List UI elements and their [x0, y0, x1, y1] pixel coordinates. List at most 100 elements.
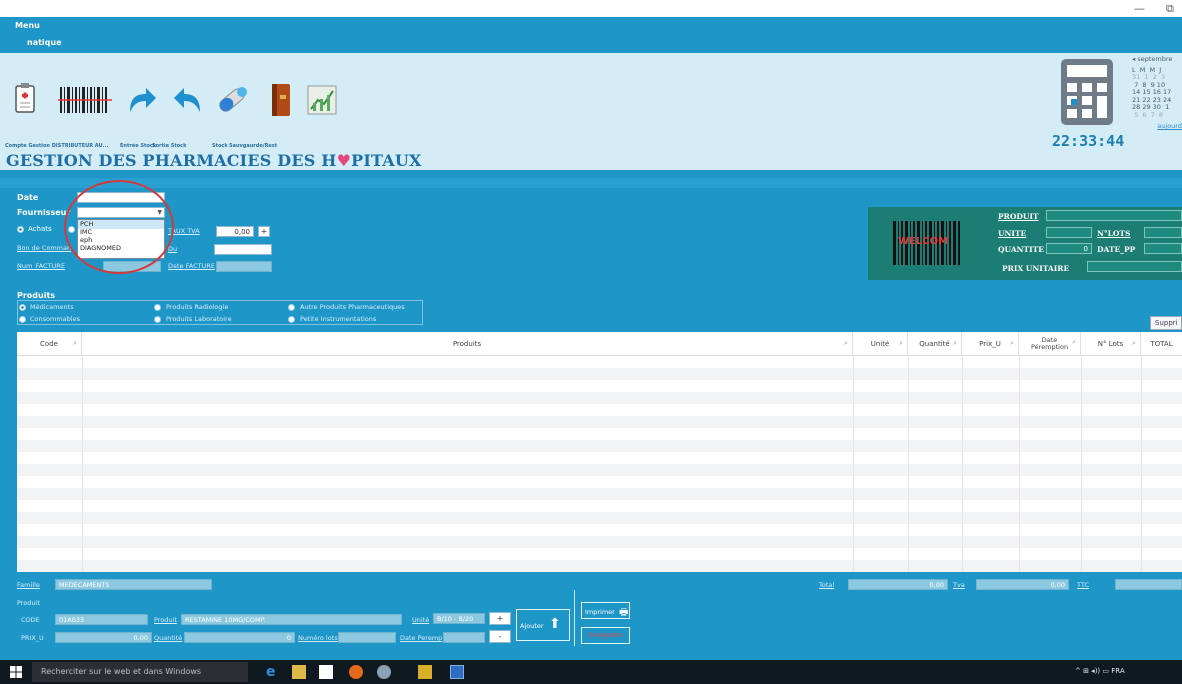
- quantite-info-label: QUANTITE: [998, 245, 1044, 254]
- unite-minus-button[interactable]: -: [489, 630, 511, 643]
- col-unite[interactable]: Unité ⌕: [853, 332, 908, 356]
- taskbar-search-input[interactable]: Recherciter sur le web et dans Windows: [32, 662, 248, 682]
- taux-plus-button[interactable]: +: [258, 226, 270, 237]
- imprimer-button[interactable]: Imprimer 🖶: [581, 602, 630, 619]
- col-nlots-label: N° Lots: [1097, 340, 1124, 348]
- tool-label-stock[interactable]: Stock: [212, 143, 228, 149]
- table-row[interactable]: [17, 476, 1182, 488]
- table-row[interactable]: [17, 368, 1182, 380]
- col-code-label: Code: [40, 340, 58, 348]
- table-row[interactable]: [17, 452, 1182, 464]
- radio-instrumentations[interactable]: [288, 316, 295, 323]
- produit-field[interactable]: RESTAMINE 10MG/COMP.: [181, 614, 402, 625]
- col-produits[interactable]: Produits ⌕: [82, 332, 853, 356]
- unite-plus-button[interactable]: +: [489, 612, 511, 625]
- store-icon[interactable]: [319, 665, 333, 679]
- panel-stripe: [0, 178, 1182, 188]
- ttc-label: TTC: [1077, 581, 1089, 589]
- pill-icon[interactable]: [214, 84, 250, 116]
- edge-browser-icon[interactable]: e: [266, 665, 280, 679]
- table-row[interactable]: [17, 416, 1182, 428]
- products-grid[interactable]: Code ⌕ Produits ⌕ Unité ⌕ Quantité ⌕ Prix_U ⌕…: [17, 332, 1182, 572]
- windows-start-icon[interactable]: [10, 666, 22, 678]
- table-row[interactable]: [17, 392, 1182, 404]
- tool-label-entree[interactable]: Entrée Stock: [120, 143, 156, 149]
- calendar-month[interactable]: ◂ septembre: [1132, 55, 1182, 64]
- file-explorer-icon[interactable]: [292, 665, 306, 679]
- menu-item-menu[interactable]: Menu: [15, 21, 40, 30]
- table-row[interactable]: [17, 500, 1182, 512]
- search-icon[interactable]: ⌕: [1010, 339, 1014, 348]
- tool-label-sauvgaurde[interactable]: Sauvgaurde/Rest: [229, 143, 277, 149]
- date-peremp-field[interactable]: [443, 632, 485, 643]
- table-row[interactable]: [17, 380, 1182, 392]
- table-row[interactable]: [17, 464, 1182, 476]
- tool-label-compte[interactable]: Compte Gestion DISTRIBUTEUR AU...: [5, 143, 108, 149]
- search-icon[interactable]: ⌕: [1072, 339, 1076, 346]
- col-date-peremption[interactable]: Date Péremption ⌕: [1019, 332, 1081, 356]
- table-row[interactable]: [17, 488, 1182, 500]
- date-facture-label: Date FACTURE: [168, 262, 215, 270]
- windev-app-icon[interactable]: [450, 665, 464, 679]
- enregistrer-button[interactable]: Enregistrer: [581, 627, 630, 644]
- calendar: ◂ septembre L M M J 31 1 2 3 7 8 9 10 14…: [1132, 55, 1182, 148]
- clipboard-icon[interactable]: [14, 82, 36, 114]
- app-icon-2[interactable]: [418, 665, 432, 679]
- table-row[interactable]: [17, 404, 1182, 416]
- quantite-field[interactable]: 0: [184, 632, 295, 643]
- barcode-icon[interactable]: [58, 85, 112, 115]
- calendar-row[interactable]: 5 6 7 8: [1132, 111, 1182, 120]
- today-link[interactable]: aujourd: [1132, 122, 1182, 131]
- calculator-icon[interactable]: [1060, 58, 1114, 126]
- delete-button[interactable]: Suppri: [1150, 316, 1182, 330]
- chart-icon[interactable]: [307, 85, 337, 115]
- search-icon[interactable]: ⌕: [73, 339, 77, 348]
- restore-button[interactable]: ⧉: [1166, 2, 1174, 16]
- numero-lots-field[interactable]: [338, 632, 396, 643]
- radio-consommables[interactable]: [19, 316, 26, 323]
- table-row[interactable]: [17, 428, 1182, 440]
- table-row[interactable]: [17, 440, 1182, 452]
- radio-autre[interactable]: [288, 304, 295, 311]
- col-total[interactable]: TOTAL: [1141, 332, 1182, 356]
- search-icon[interactable]: ⌕: [899, 339, 903, 348]
- redo-arrow-icon[interactable]: [124, 86, 158, 114]
- unite-field[interactable]: B/10 - B/20: [433, 613, 485, 624]
- minimize-button[interactable]: —: [1134, 2, 1145, 15]
- date-facture-field[interactable]: [216, 261, 272, 272]
- table-row[interactable]: [17, 512, 1182, 524]
- ajouter-button[interactable]: Ajouter ⬆: [516, 609, 570, 641]
- search-icon[interactable]: ⌕: [953, 339, 957, 348]
- app-icon[interactable]: [377, 665, 391, 679]
- table-row[interactable]: [17, 356, 1182, 368]
- search-icon[interactable]: ⌕: [844, 339, 848, 348]
- book-icon[interactable]: [270, 83, 292, 117]
- achats-radio[interactable]: [17, 226, 24, 233]
- firefox-icon[interactable]: [349, 665, 363, 679]
- du-field[interactable]: [214, 244, 272, 255]
- tva-label: Tva: [953, 581, 965, 589]
- label-radiologie: Produits Radiologie: [166, 303, 229, 311]
- radio-laboratoire[interactable]: [154, 316, 161, 323]
- code-field[interactable]: 01A033: [55, 614, 148, 625]
- undo-arrow-icon[interactable]: [172, 86, 206, 114]
- taux-tva-field[interactable]: 0,00: [216, 226, 254, 237]
- prix-info-label: PRIX UNITAIRE: [1002, 264, 1070, 273]
- search-icon[interactable]: ⌕: [1132, 339, 1136, 348]
- menu-item-sub[interactable]: natique: [27, 38, 62, 47]
- radio-radiologie[interactable]: [154, 304, 161, 311]
- col-quantite[interactable]: Quantité ⌕: [908, 332, 962, 356]
- radio-medicaments[interactable]: [19, 304, 26, 311]
- col-prix[interactable]: Prix_U ⌕: [962, 332, 1019, 356]
- table-row[interactable]: [17, 524, 1182, 536]
- table-row[interactable]: [17, 560, 1182, 572]
- achats-label: Achats: [28, 225, 52, 233]
- famille-field[interactable]: MEDECAMENTS: [55, 579, 212, 590]
- tool-label-sortie[interactable]: Sortie Stock: [152, 143, 186, 149]
- prix-field[interactable]: 0,00: [55, 632, 152, 643]
- table-row[interactable]: [17, 548, 1182, 560]
- system-tray[interactable]: ^ ⊞ ◂)) ▭ FRA: [1075, 667, 1125, 675]
- table-row[interactable]: [17, 536, 1182, 548]
- col-code[interactable]: Code ⌕: [17, 332, 82, 356]
- col-nlots[interactable]: N° Lots ⌕: [1081, 332, 1141, 356]
